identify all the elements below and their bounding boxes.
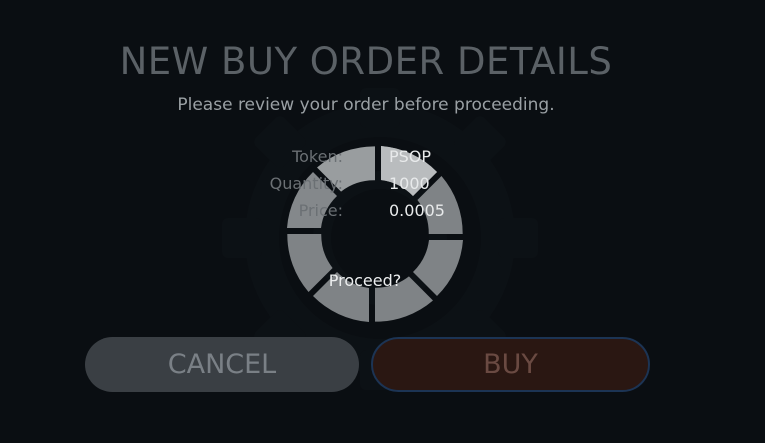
proceed-prompt: Proceed?: [328, 271, 402, 290]
dialog-title: NEW BUY ORDER DETAILS: [119, 40, 613, 83]
dialog-subtitle: Please review your order before proceedi…: [177, 95, 555, 115]
price-label: Price:: [298, 201, 343, 220]
token-label: Token:: [292, 147, 343, 166]
buy-button[interactable]: BUY: [371, 337, 650, 392]
cancel-button[interactable]: CANCEL: [85, 337, 359, 392]
quantity-label: Quantity:: [269, 174, 343, 193]
token-value: PSOP: [389, 147, 432, 166]
loading-spinner-icon: [287, 146, 463, 322]
price-value: 0.0005: [389, 201, 445, 220]
order-confirmation-overlay: NEW BUY ORDER DETAILS Please review your…: [0, 0, 765, 443]
quantity-value: 1000: [389, 174, 430, 193]
